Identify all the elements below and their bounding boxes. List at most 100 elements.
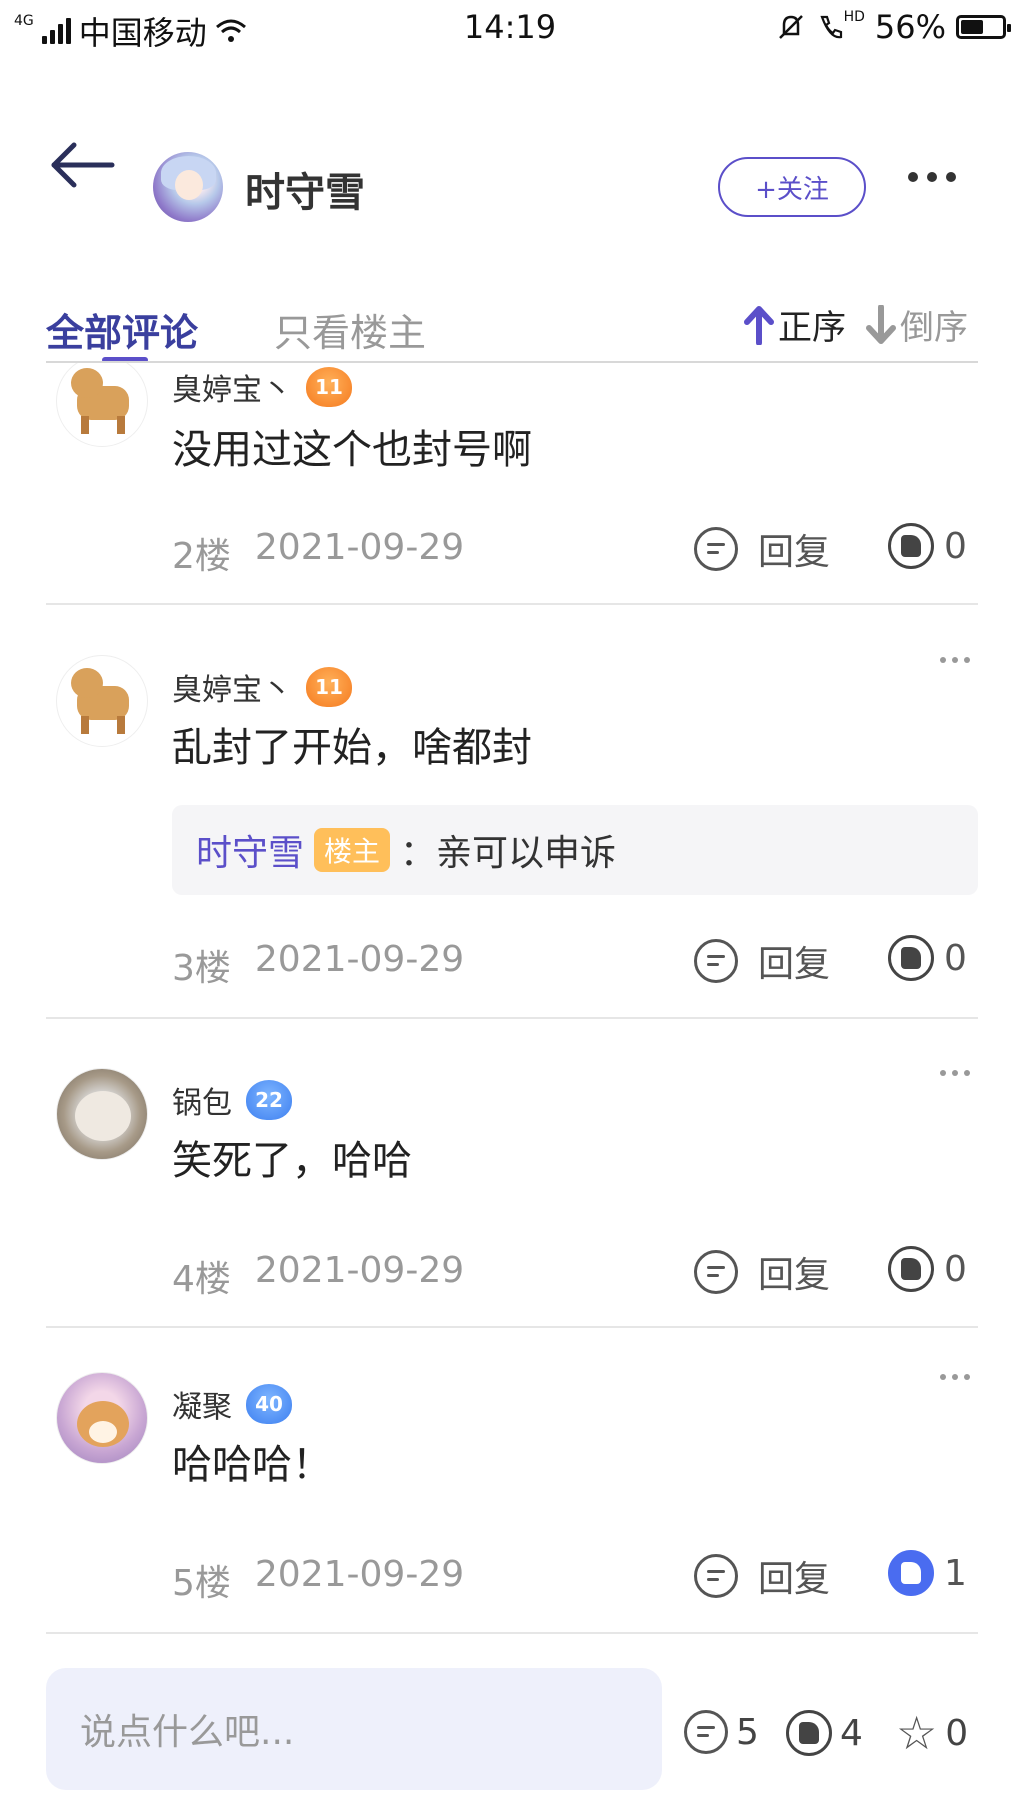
battery-icon	[956, 15, 1011, 39]
quote-text: 亲可以申诉	[436, 833, 617, 874]
more-dots-icon[interactable]	[940, 1070, 970, 1076]
thumbs-up-icon	[888, 1550, 934, 1596]
hd-label: HD	[843, 9, 865, 25]
tab-owner-only[interactable]: 只看楼主	[274, 302, 426, 357]
comment-divider	[46, 1017, 978, 1019]
comment-text: 没用过这个也封号啊	[172, 427, 532, 473]
more-dots-icon[interactable]	[940, 657, 970, 663]
reply-label: 回复	[758, 1255, 831, 1296]
comment-bubble-icon	[694, 1554, 738, 1598]
reply-button[interactable]: 回复	[694, 1246, 830, 1298]
author-name[interactable]: 时守雪	[245, 160, 365, 218]
commenter-name-row: 臭婷宝丶 11	[172, 365, 352, 409]
level-badge: 22	[246, 1080, 292, 1120]
arrow-down-icon	[866, 304, 896, 344]
commenter-name-row: 锅包 22	[172, 1078, 292, 1122]
favorite-button[interactable]: ☆ 0	[896, 1710, 968, 1756]
comment-bubble-icon	[694, 1250, 738, 1294]
commenter-name-row: 臭婷宝丶 11	[172, 665, 352, 709]
battery-fill	[961, 20, 983, 34]
like-button[interactable]: 0	[888, 523, 967, 569]
battery-percent: 56%	[874, 8, 946, 46]
reply-button[interactable]: 回复	[694, 935, 830, 987]
commenter-avatar[interactable]	[56, 363, 148, 447]
arrow-left-icon	[51, 142, 115, 188]
comment-bubble-icon	[694, 527, 738, 571]
sort-descending-label: 倒序	[900, 308, 968, 348]
like-button[interactable]: 0	[888, 1246, 967, 1292]
like-count: 0	[944, 937, 967, 979]
back-button[interactable]	[48, 140, 118, 190]
comment-input-placeholder: 说点什么吧...	[80, 1712, 295, 1753]
commenter-name[interactable]: 锅包	[172, 1078, 232, 1122]
sort-descending-button[interactable]: 倒序	[866, 300, 968, 349]
floor-number: 2楼	[172, 536, 231, 577]
commenter-avatar[interactable]	[56, 655, 148, 747]
thumbs-up-icon	[786, 1710, 832, 1756]
sort-ascending-label: 正序	[778, 308, 846, 348]
comment-count-button[interactable]: 5	[684, 1710, 759, 1754]
tab-all-comments[interactable]: 全部评论	[46, 302, 198, 357]
comment-date: 2021-09-29	[254, 939, 465, 980]
comment-date: 2021-09-29	[254, 527, 465, 568]
comment-list[interactable]: 臭婷宝丶 11 没用过这个也封号啊 2楼 2021-09-29 回复 0 臭婷宝…	[0, 363, 1020, 1653]
like-count: 1	[944, 1552, 967, 1594]
sort-ascending-button[interactable]: 正序	[744, 300, 846, 349]
commenter-name[interactable]: 凝聚	[172, 1382, 232, 1426]
comment-meta: 3楼 2021-09-29	[172, 939, 464, 991]
floor-number: 4楼	[172, 1259, 231, 1300]
quote-separator: ：	[400, 833, 437, 874]
comment-date: 2021-09-29	[254, 1554, 465, 1595]
commenter-avatar[interactable]	[56, 1068, 148, 1160]
star-icon: ☆	[896, 1706, 938, 1760]
commenter-name[interactable]: 臭婷宝丶	[172, 665, 292, 709]
quoted-reply[interactable]: 时守雪 楼主 ： 亲可以申诉	[172, 805, 978, 895]
like-count: 0	[944, 1248, 967, 1290]
comment-divider	[46, 603, 978, 605]
reply-button[interactable]: 回复	[694, 1550, 830, 1602]
more-dots-icon[interactable]	[940, 1374, 970, 1380]
avatar-face	[175, 170, 203, 200]
comment-meta: 2楼 2021-09-29	[172, 527, 464, 579]
comment-divider	[46, 1632, 978, 1634]
comment-date: 2021-09-29	[254, 1250, 465, 1291]
comment-text: 笑死了，哈哈	[172, 1138, 412, 1184]
comment-meta: 4楼 2021-09-29	[172, 1250, 464, 1302]
commenter-name[interactable]: 臭婷宝丶	[172, 365, 292, 409]
comment-bubble-icon	[684, 1710, 728, 1754]
like-total-button[interactable]: 4	[786, 1710, 863, 1756]
thumbs-up-icon	[888, 935, 934, 981]
reply-label: 回复	[758, 1559, 831, 1600]
arrow-up-icon	[744, 305, 774, 345]
status-bar: 4G 中国移动 14:19 HD 56%	[0, 0, 1020, 58]
level-badge: 40	[246, 1384, 292, 1424]
hd-call-icon: HD	[816, 9, 865, 41]
level-badge: 11	[306, 667, 352, 707]
comment-meta: 5楼 2021-09-29	[172, 1554, 464, 1606]
owner-badge: 楼主	[314, 828, 391, 872]
mute-bell-icon	[778, 15, 803, 39]
commenter-name-row: 凝聚 40	[172, 1382, 292, 1426]
like-button[interactable]: 1	[888, 1550, 967, 1596]
thumbs-up-icon	[888, 1246, 934, 1292]
floor-number: 5楼	[172, 1563, 231, 1604]
status-right: HD 56%	[776, 8, 1011, 46]
comment-text: 乱封了开始，啥都封	[172, 725, 532, 771]
comment-bubble-icon	[694, 939, 738, 983]
floor-number: 3楼	[172, 948, 231, 989]
more-options-icon[interactable]	[908, 172, 956, 182]
comment-text: 哈哈哈！	[172, 1442, 332, 1488]
comment-input[interactable]: 说点什么吧...	[46, 1668, 662, 1790]
quote-author[interactable]: 时守雪	[196, 824, 304, 876]
comment-count: 5	[736, 1711, 759, 1753]
like-button[interactable]: 0	[888, 935, 967, 981]
author-avatar[interactable]	[153, 152, 223, 222]
comment-divider	[46, 1326, 978, 1328]
reply-button[interactable]: 回复	[694, 523, 830, 575]
commenter-avatar[interactable]	[56, 1372, 148, 1464]
reply-label: 回复	[758, 944, 831, 985]
level-badge: 11	[306, 367, 352, 407]
reply-label: 回复	[758, 532, 831, 573]
favorite-count: 0	[945, 1712, 969, 1754]
follow-button[interactable]: +关注	[718, 157, 866, 217]
